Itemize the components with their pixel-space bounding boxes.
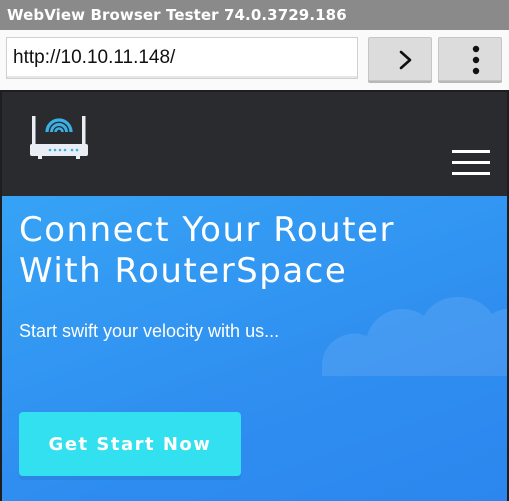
chevron-right-icon xyxy=(399,50,412,70)
hero-headline: Connect Your Router With RouterSpace xyxy=(19,210,489,292)
window-titlebar: WebView Browser Tester 74.0.3729.186 xyxy=(0,0,509,30)
hero-subtitle: Start swift your velocity with us... xyxy=(19,321,280,341)
more-vertical-icon xyxy=(472,45,480,75)
hamburger-line xyxy=(452,161,490,164)
hero-headline-line-1: Connect Your Router xyxy=(19,210,395,250)
site-navbar xyxy=(2,92,507,196)
router-icon[interactable] xyxy=(24,110,94,164)
hamburger-line xyxy=(452,172,490,175)
url-field-container[interactable] xyxy=(6,37,358,79)
hero-section: Connect Your Router With RouterSpace Sta… xyxy=(2,196,507,501)
webview-content: Connect Your Router With RouterSpace Sta… xyxy=(2,92,507,501)
address-bar xyxy=(0,30,509,90)
go-button[interactable] xyxy=(368,37,432,81)
hamburger-line xyxy=(452,150,490,153)
get-started-button[interactable]: Get Start Now xyxy=(19,412,241,480)
hamburger-menu-icon[interactable] xyxy=(452,150,492,176)
overflow-menu-button[interactable] xyxy=(438,37,502,81)
url-input[interactable] xyxy=(7,38,353,78)
window-title: WebView Browser Tester 74.0.3729.186 xyxy=(7,6,347,24)
hero-headline-line-2: With RouterSpace xyxy=(19,251,348,291)
